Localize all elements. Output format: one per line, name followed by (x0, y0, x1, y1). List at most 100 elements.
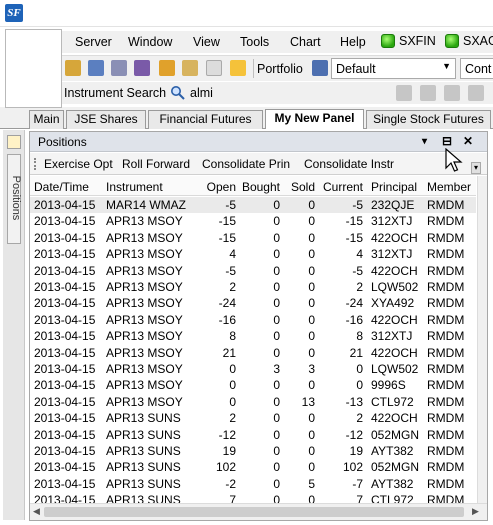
search-icon[interactable] (170, 85, 186, 101)
grid-icon (312, 60, 328, 76)
connection-sxagr[interactable]: SXAGR (445, 34, 493, 48)
cell-member: RMDM (427, 378, 465, 393)
column-header-date-time[interactable]: Date/Time (34, 180, 104, 194)
table-row[interactable]: 2013-04-15 APR13 MSOY 2 0 0 2 LQW502 RMDM (30, 279, 476, 295)
column-header-member[interactable]: Member (427, 180, 476, 194)
scroll-right-icon[interactable]: ▶ (472, 506, 479, 517)
table-row[interactable]: 2013-04-15 APR13 MSOY 0 0 13 -13 CTL972 RMDM (30, 394, 476, 410)
vertical-scrollbar[interactable] (477, 176, 487, 503)
column-header-current[interactable]: Current (317, 180, 363, 194)
toolbar-overflow-icon[interactable]: ▾ (471, 162, 481, 174)
exercise-opt-button[interactable]: Exercise Opt (44, 157, 113, 171)
column-header-instrument[interactable]: Instrument (106, 180, 198, 194)
panel-float-button[interactable]: ⊟ (442, 134, 452, 148)
book-remove-icon[interactable] (111, 60, 127, 76)
cell-member: RMDM (427, 345, 465, 360)
lock-icon[interactable] (65, 60, 81, 76)
cell-sold: 0 (308, 312, 315, 327)
table-row[interactable]: 2013-04-15 APR13 MSOY 21 0 0 21 422OCH RMDM (30, 345, 476, 361)
positions-dock-icon[interactable] (7, 135, 21, 149)
cell-sold: 3 (308, 362, 315, 376)
hierarchy-icon[interactable] (444, 85, 460, 101)
menu-help[interactable]: Help (340, 35, 366, 49)
cell-instrument: APR13 MSOY (106, 312, 183, 327)
tab-financial-futures[interactable]: Financial Futures (148, 110, 263, 129)
cell-open: 102 (215, 460, 236, 475)
stack-icon[interactable] (134, 60, 150, 76)
document-icon[interactable] (206, 60, 222, 76)
tab-single-stock-futures[interactable]: Single Stock Futures (366, 110, 491, 129)
menu-view[interactable]: View (193, 35, 220, 49)
cell-principal: AYT382 (371, 444, 414, 458)
table-row[interactable]: 2013-04-15 APR13 MSOY 8 0 0 8 312XTJ RMDM (30, 328, 476, 344)
cell-current: 0 (356, 362, 363, 376)
table-row[interactable]: 2013-04-15 APR13 SUNS 19 0 0 19 AYT382 RMDM (30, 443, 476, 459)
cell-member: RMDM (427, 312, 465, 327)
column-header-bought[interactable]: Bought (238, 180, 280, 194)
panel-menu-button[interactable]: ▾ (422, 136, 427, 147)
menu-chart[interactable]: Chart (290, 35, 321, 49)
table-row[interactable]: 2013-04-15 MAR14 WMAZ -5 0 0 -5 232QJE RMDM (30, 197, 476, 214)
cell-bought: 0 (273, 280, 280, 294)
hierarchy-alt-icon[interactable] (468, 85, 484, 101)
positions-dock-tab[interactable]: Positions (7, 154, 22, 244)
table-row[interactable]: 2013-04-15 APR13 SUNS 7 0 0 7 CTL972 RMDM (30, 492, 476, 503)
panel-close-button[interactable]: ✕ (463, 134, 473, 148)
chart-bars-icon[interactable] (396, 85, 412, 101)
lightning-icon[interactable] (230, 60, 246, 76)
column-header-sold[interactable]: Sold (282, 180, 315, 194)
table-row[interactable]: 2013-04-15 APR13 MSOY -5 0 0 -5 422OCH RMDM (30, 263, 476, 279)
title-bar: SF (0, 0, 493, 27)
positions-dock-label: Positions (10, 175, 22, 221)
scroll-thumb[interactable] (44, 507, 464, 517)
cell-principal: CTL972 (371, 493, 414, 503)
positions-panel: Positions ▾ ⊟ ✕ Exercise Opt Roll Forwar… (29, 131, 488, 521)
table-row[interactable]: 2013-04-15 APR13 SUNS -12 0 0 -12 052MGN RMDM (30, 427, 476, 443)
instrument-search-label: Instrument Search (64, 86, 167, 100)
cell-principal: 312XTJ (371, 329, 413, 344)
consolidate-prin-button[interactable]: Consolidate Prin (202, 157, 290, 171)
portfolio-select[interactable]: Default ▼ (331, 58, 456, 79)
notebook-alt-icon[interactable] (182, 60, 198, 76)
table-row[interactable]: 2013-04-15 APR13 SUNS -2 0 5 -7 AYT382 RMDM (30, 476, 476, 492)
roll-forward-button[interactable]: Roll Forward (122, 157, 190, 171)
windows-icon[interactable] (420, 85, 436, 101)
cell-sold: 0 (308, 247, 315, 262)
table-row[interactable]: 2013-04-15 APR13 MSOY -16 0 0 -16 422OCH RMDM (30, 312, 476, 328)
table-row[interactable]: 2013-04-15 APR13 MSOY 0 3 3 0 LQW502 RMDM (30, 361, 476, 377)
cell-open: -24 (218, 296, 236, 311)
menu-window[interactable]: Window (128, 35, 172, 49)
cell-current: -12 (345, 427, 363, 442)
book-icon[interactable] (88, 60, 104, 76)
tab-my-new-panel[interactable]: My New Panel (265, 109, 364, 129)
cell-current: -24 (345, 296, 363, 311)
table-row[interactable]: 2013-04-15 APR13 SUNS 102 0 0 102 052MGN RMDM (30, 459, 476, 475)
column-header-principal[interactable]: Principal (371, 180, 425, 194)
contract-select[interactable]: Cont (460, 58, 493, 79)
menu-server[interactable]: Server (75, 35, 112, 49)
table-row[interactable]: 2013-04-15 APR13 MSOY -24 0 0 -24 XYA492 RMDM (30, 295, 476, 311)
connection-sxfin[interactable]: SXFIN (381, 34, 436, 48)
toolbar-grip[interactable] (34, 158, 37, 170)
table-row[interactable]: 2013-04-15 APR13 MSOY 4 0 0 4 312XTJ RMDM (30, 246, 476, 262)
table-row[interactable]: 2013-04-15 APR13 SUNS 2 0 0 2 422OCH RMDM (30, 410, 476, 426)
menu-tools[interactable]: Tools (240, 35, 269, 49)
cell-current: 8 (356, 329, 363, 344)
cell-current: -7 (352, 476, 363, 491)
cell-date-time: 2013-04-15 (34, 394, 96, 409)
instrument-search-input[interactable]: almi (190, 86, 213, 100)
table-row[interactable]: 2013-04-15 APR13 MSOY -15 0 0 -15 312XTJ RMDM (30, 213, 476, 229)
notebook-icon[interactable] (159, 60, 175, 76)
table-row[interactable]: 2013-04-15 APR13 MSOY 0 0 0 0 9996S RMDM (30, 377, 476, 393)
cell-open: -5 (225, 263, 236, 278)
cell-instrument: MAR14 WMAZ (106, 198, 187, 212)
column-header-open[interactable]: Open (198, 180, 236, 194)
consolidate-instr-button[interactable]: Consolidate Instr (304, 157, 394, 171)
tab-main[interactable]: Main (29, 110, 64, 129)
cell-sold: 0 (308, 214, 315, 229)
table-row[interactable]: 2013-04-15 APR13 MSOY -15 0 0 -15 422OCH RMDM (30, 230, 476, 246)
scroll-left-icon[interactable]: ◀ (33, 506, 40, 517)
horizontal-scrollbar[interactable]: ◀ ▶ (30, 503, 487, 520)
cell-current: 7 (356, 493, 363, 503)
tab-jse-shares[interactable]: JSE Shares (66, 110, 146, 129)
